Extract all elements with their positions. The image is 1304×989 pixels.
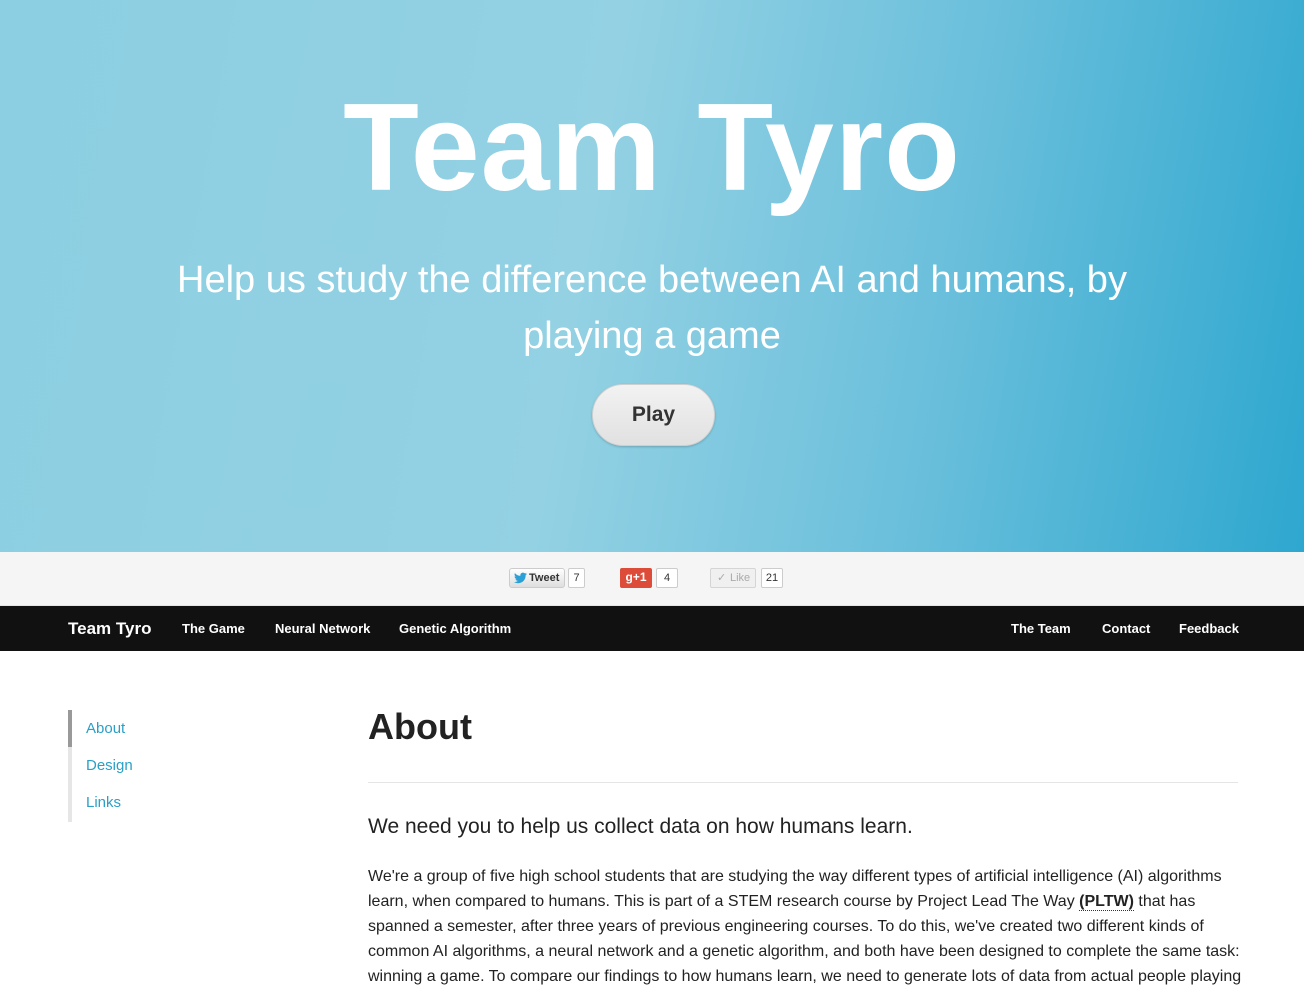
- social-bar: [0, 552, 1304, 606]
- gplus-button[interactable]: g+1: [620, 568, 652, 588]
- sidebar-item-design[interactable]: Design: [86, 757, 133, 774]
- play-button[interactable]: Play: [592, 384, 715, 446]
- tweet-button[interactable]: Tweet: [509, 568, 565, 588]
- side-navigation: About Design Links: [68, 710, 268, 822]
- hero-banner: Team Tyro Help us study the difference b…: [0, 0, 1304, 552]
- lead-text: We need you to help us collect data on h…: [368, 815, 913, 838]
- like-count: 21: [761, 568, 783, 588]
- nav-link-neural-network[interactable]: Neural Network: [275, 606, 370, 651]
- hero-subtitle: Help us study the difference between AI …: [177, 259, 1127, 357]
- like-label: Like: [730, 572, 751, 584]
- hero-title: Team Tyro: [343, 79, 961, 217]
- nav-link-genetic-algorithm[interactable]: Genetic Algorithm: [399, 606, 511, 651]
- gplus-icon: g: [625, 570, 633, 584]
- nav-link-the-game[interactable]: The Game: [182, 606, 245, 651]
- sidebar-item-about[interactable]: About: [86, 720, 125, 737]
- sidebar-item-links[interactable]: Links: [86, 794, 121, 811]
- navbar-brand[interactable]: Team Tyro: [68, 606, 151, 651]
- about-paragraph: We're a group of five high school studen…: [368, 864, 1244, 989]
- twitter-bird-icon: [514, 572, 527, 584]
- nav-link-feedback[interactable]: Feedback: [1179, 606, 1239, 651]
- like-button[interactable]: ✓ Like: [710, 568, 756, 588]
- gplus-label: +1: [632, 570, 647, 584]
- gplus-count: 4: [656, 568, 678, 588]
- pltw-abbr: (PLTW): [1079, 893, 1134, 911]
- nav-link-the-team[interactable]: The Team: [1011, 606, 1071, 651]
- tweet-label: Tweet: [529, 572, 560, 584]
- section-title: About: [368, 706, 472, 747]
- check-icon: ✓: [717, 572, 727, 584]
- top-navbar: Team Tyro The Game Neural Network Geneti…: [0, 606, 1304, 651]
- tweet-count: 7: [568, 568, 585, 588]
- divider: [368, 782, 1238, 783]
- active-indicator: [68, 710, 72, 747]
- nav-link-contact[interactable]: Contact: [1102, 606, 1150, 651]
